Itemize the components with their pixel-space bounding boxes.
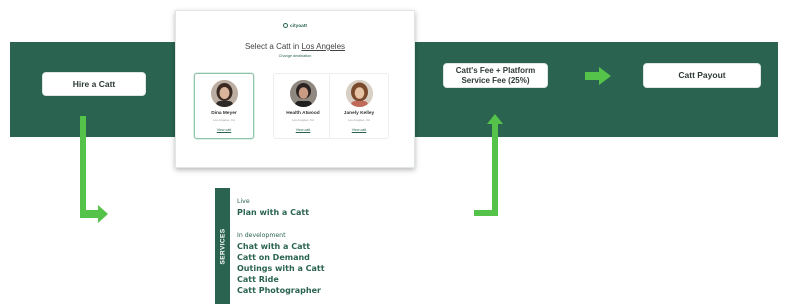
service-item-live: Plan with a Catt <box>237 208 310 217</box>
dev-heading: In development <box>237 232 286 239</box>
service-item-dev: Chat with a Catt <box>237 242 311 251</box>
service-item-dev: Catt on Demand <box>237 253 310 262</box>
services-bar: SERVICES <box>215 188 230 304</box>
services-label-wrap: SERVICES <box>215 188 230 304</box>
arrow-fee-to-payout <box>585 67 611 85</box>
arrow-hire-to-services <box>80 116 108 223</box>
service-item-dev: Catt Ride <box>237 275 279 284</box>
flow-arrows <box>80 67 611 223</box>
services-label: SERVICES <box>219 228 226 264</box>
live-heading: Live <box>237 198 250 205</box>
service-item-dev: Catt Photographer <box>237 286 321 295</box>
service-item-dev: Outings with a Catt <box>237 264 325 273</box>
arrow-up-to-fee <box>474 114 503 216</box>
